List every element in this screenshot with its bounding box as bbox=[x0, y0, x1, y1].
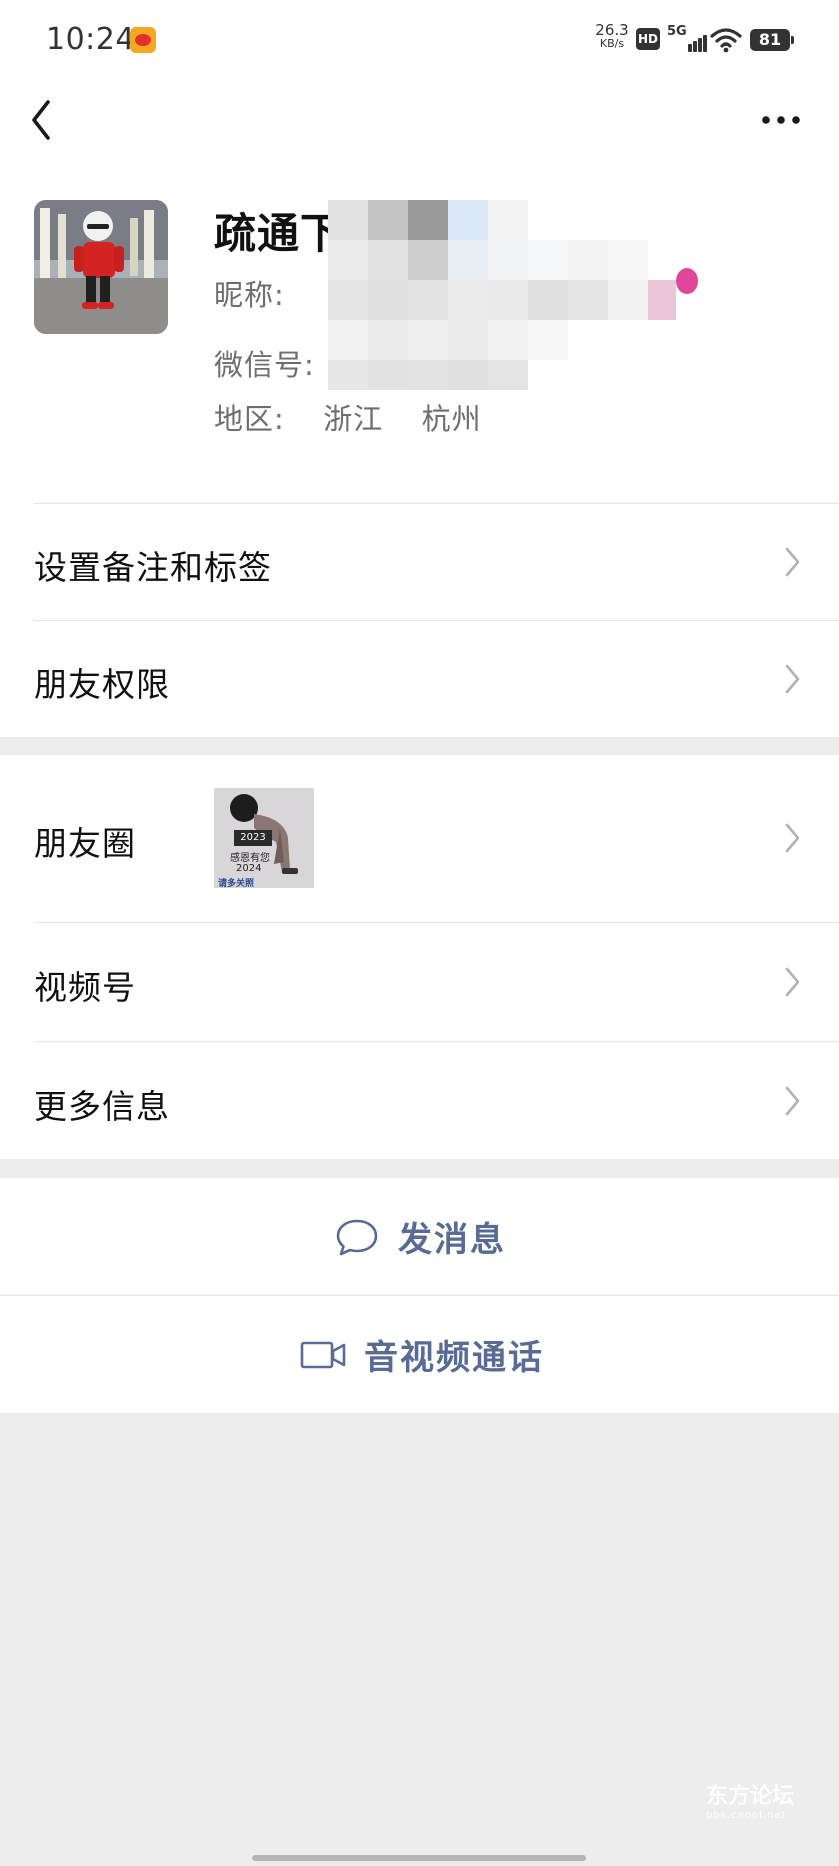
moments-thumb-year-bottom: 2024 bbox=[236, 863, 262, 874]
row-more-info-label: 更多信息 bbox=[34, 1087, 170, 1126]
send-message-button[interactable]: 发消息 bbox=[0, 1178, 839, 1295]
moments-thumb-caption: 感恩有您 bbox=[230, 853, 270, 864]
nickname-label: 昵称: bbox=[214, 278, 285, 312]
content-group: 朋友圈 2023 感恩有您 2024 请多关照 视频号 更多信息 bbox=[0, 755, 839, 1159]
moments-thumbnail[interactable]: 2023 感恩有您 2024 请多关照 bbox=[214, 788, 314, 888]
row-remark-tags[interactable]: 设置备注和标签 bbox=[0, 503, 839, 620]
row-more-info[interactable]: 更多信息 bbox=[0, 1042, 839, 1159]
region-province: 浙江 bbox=[323, 402, 384, 436]
wechat-id-label: 微信号: bbox=[214, 348, 315, 382]
moments-thumb-year-top: 2023 bbox=[234, 830, 272, 846]
row-remark-tags-label: 设置备注和标签 bbox=[34, 548, 272, 587]
battery-indicator: 81 bbox=[750, 29, 794, 51]
settings-group: 设置备注和标签 朋友权限 bbox=[0, 503, 839, 737]
avatar[interactable] bbox=[34, 200, 168, 334]
row-moments[interactable]: 朋友圈 2023 感恩有您 2024 请多关照 bbox=[0, 755, 839, 921]
region-row: 地区: 浙江 杭州 bbox=[214, 396, 482, 438]
nav-bar bbox=[0, 80, 839, 170]
chevron-right-icon bbox=[785, 664, 800, 694]
profile-name: 疏通下 bbox=[214, 209, 344, 258]
region-label: 地区: bbox=[214, 402, 285, 436]
forum-watermark: 东方论坛 bbs.cnool.net bbox=[706, 1778, 794, 1821]
video-camera-icon bbox=[300, 1341, 346, 1368]
wechat-id-row: 微信号: bbox=[214, 342, 315, 384]
network-speed-value: 26.3 bbox=[595, 21, 629, 39]
hd-icon: HD bbox=[636, 28, 660, 50]
network-speed: 26.3 KB/s bbox=[594, 21, 630, 51]
row-moments-label: 朋友圈 bbox=[34, 824, 136, 863]
row-friend-permissions-label: 朋友权限 bbox=[34, 665, 170, 704]
row-friend-permissions[interactable]: 朋友权限 bbox=[0, 620, 839, 737]
privacy-mosaic bbox=[328, 200, 708, 400]
nickname-row: 昵称: bbox=[214, 272, 285, 314]
region-city: 杭州 bbox=[421, 402, 482, 436]
watermark-brand: 东方论坛 bbox=[706, 1784, 795, 1809]
more-options-icon[interactable] bbox=[760, 110, 804, 130]
chevron-right-icon bbox=[785, 823, 800, 853]
back-icon[interactable] bbox=[26, 96, 66, 146]
chevron-right-icon bbox=[785, 547, 800, 577]
moments-thumb-footer: 请多关照 bbox=[218, 879, 255, 888]
row-channels[interactable]: 视频号 bbox=[0, 923, 839, 1040]
home-indicator[interactable] bbox=[252, 1855, 586, 1861]
send-message-label: 发消息 bbox=[398, 1220, 506, 1260]
signal-icon bbox=[672, 30, 707, 52]
wifi-icon bbox=[710, 28, 742, 53]
status-bar: 10:24 26.3 KB/s HD 5G 81 bbox=[0, 0, 839, 80]
weibo-notification-icon bbox=[130, 27, 156, 53]
profile-header: 疏通下 昵称: 微信号: 地区: 浙江 杭州 bbox=[0, 170, 839, 503]
status-time: 10:24 bbox=[46, 22, 135, 57]
watermark-url: bbs.cnool.net bbox=[706, 1810, 787, 1821]
chat-bubble-icon bbox=[336, 1219, 378, 1255]
video-call-button[interactable]: 音视频通话 bbox=[0, 1296, 839, 1413]
video-call-label: 音视频通话 bbox=[364, 1338, 544, 1378]
row-channels-label: 视频号 bbox=[34, 968, 136, 1007]
chevron-right-icon bbox=[785, 1086, 800, 1116]
chevron-right-icon bbox=[785, 967, 800, 997]
